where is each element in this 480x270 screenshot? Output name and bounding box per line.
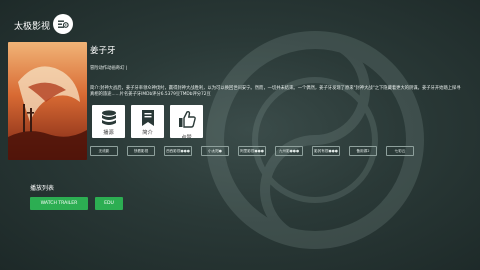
source-item[interactable]: 小太阳●	[201, 146, 229, 156]
source-item[interactable]: 阿里影视●●●	[238, 146, 266, 156]
movie-poster[interactable]	[8, 42, 87, 160]
app-title: 太极影视	[14, 22, 51, 32]
summary-button[interactable]: 简介	[131, 105, 164, 138]
episode-button-watch-trailer[interactable]: WATCH TRAILER	[30, 197, 88, 210]
episode-button-edu[interactable]: EDU	[95, 197, 123, 210]
playlist-heading: 播放列表	[30, 185, 55, 192]
source-list: 无线影 快看影视 西西影视●●● 小太阳● 阿里影视●●● 九州影●●● 影其有…	[90, 146, 414, 156]
source-item[interactable]: 快看影视	[127, 146, 155, 156]
action-tiles: 播源 简介 点赞	[92, 105, 203, 138]
movie-description: 简介:封神大战后，姜子牙率领众神伐纣，赢得封神大战胜利，以为可以换回世间安宁。然…	[90, 86, 461, 98]
source-item[interactable]: 七彩云	[386, 146, 414, 156]
database-icon	[101, 110, 116, 125]
like-button[interactable]: 点赞	[170, 105, 203, 138]
summary-button-label: 简介	[142, 130, 153, 136]
source-button[interactable]: 播源	[92, 105, 125, 138]
source-item[interactable]: 备用源2	[349, 146, 377, 156]
episode-list: WATCH TRAILER EDU	[30, 197, 123, 210]
source-item[interactable]: 无线影	[90, 146, 118, 156]
source-item[interactable]: 影其有视●●●	[312, 146, 340, 156]
background-ornament	[206, 31, 424, 249]
settings-icon	[58, 20, 69, 28]
movie-genres: 冒险动作动画奇幻 |	[90, 66, 128, 71]
source-item[interactable]: 西西影视●●●	[164, 146, 192, 156]
movie-title: 姜子牙	[90, 46, 116, 56]
source-item[interactable]: 九州影●●●	[275, 146, 303, 156]
document-icon	[141, 110, 154, 126]
settings-button[interactable]	[53, 14, 73, 34]
thumbs-up-icon	[178, 110, 196, 128]
source-button-label: 播源	[103, 130, 114, 136]
like-button-label: 点赞	[181, 135, 192, 138]
